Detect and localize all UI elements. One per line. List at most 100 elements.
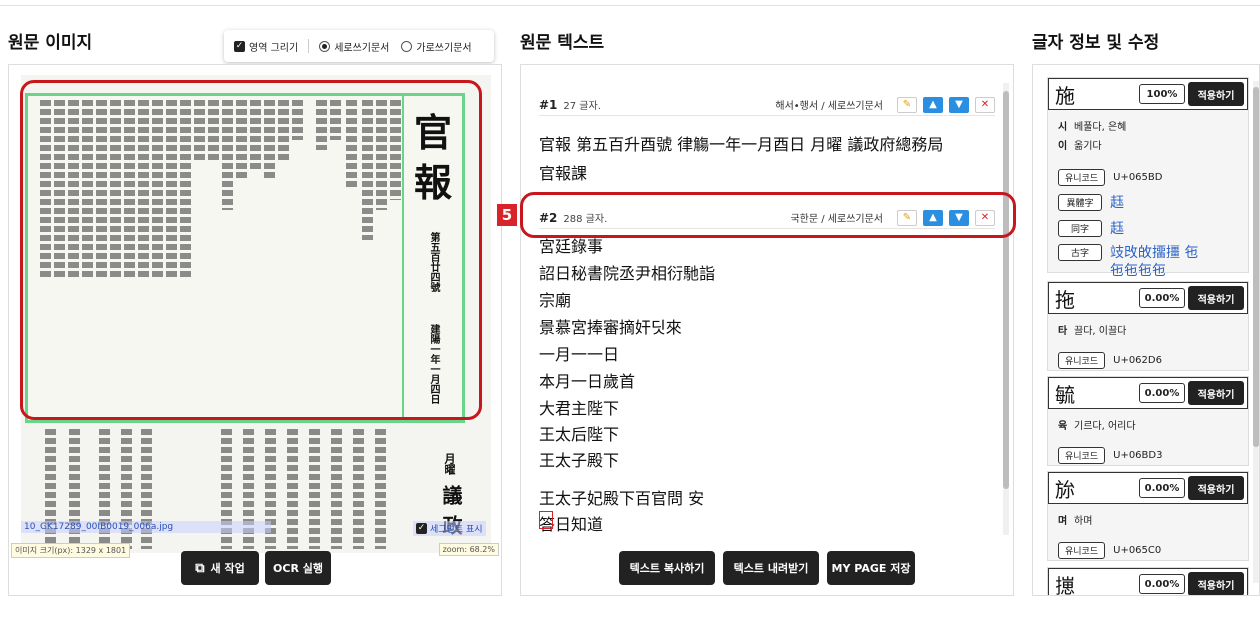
apply-button[interactable]: 적용하기 (1188, 572, 1244, 595)
char-card-header: 施 100% 적용하기 (1048, 78, 1248, 110)
reading-meaning: 기르다, 어리다 (1074, 421, 1136, 432)
unicode-tag: 유니코드 (1058, 352, 1106, 369)
highlight-entry-2 (520, 192, 1016, 238)
char-cursor-box (539, 511, 553, 529)
char-reading: 며 하며 (1048, 510, 1248, 529)
entry-2-line[interactable]: 景慕宮捧審摘奸딧來 (539, 314, 682, 338)
edit-pencil-icon[interactable]: ✎ (897, 96, 917, 113)
variant-tag: 異體字 (1058, 193, 1102, 211)
variant-row: 同字 䞝 (1048, 215, 1248, 241)
entry-2-line[interactable]: 王太后陛下 (539, 421, 619, 445)
view-toolbar: ✓ 영역 그리기 세로쓰기문서 가로쓰기문서 (224, 30, 494, 62)
highlight-image-region (20, 80, 482, 420)
file-name-label: 10_GK17289_00IB0019_006a.jpg (21, 521, 271, 533)
char-card: 拖 0.00% 적용하기 타 끌다, 이끌다 유니코드 U+062D6 (1047, 281, 1249, 371)
text-panel-title: 원문 텍스트 (520, 33, 605, 53)
char-glyph: 施 (1055, 83, 1075, 108)
new-task-button[interactable]: ⧉ 새 작업 (181, 551, 259, 585)
entry-1-count: 27 글자. (563, 101, 601, 112)
run-ocr-label: OCR 실행 (273, 562, 323, 575)
reading-meaning: 끌다, 이끌다 (1074, 326, 1127, 337)
entry-1-number: #1 (539, 97, 558, 112)
confidence-percent: 100% (1139, 84, 1185, 104)
confidence-percent: 0.00% (1139, 288, 1185, 308)
move-up-icon[interactable]: ▲ (923, 96, 943, 113)
char-glyph: 㩄 (1055, 573, 1075, 596)
variant-glyphs[interactable]: 䞝 (1110, 218, 1124, 238)
unicode-row: 유니코드 U+065C0 (1048, 539, 1248, 562)
reading-sound: 육 (1058, 421, 1068, 432)
radio-selected-icon (319, 40, 331, 52)
entry-1-line[interactable]: 官報課 (539, 160, 587, 184)
checkbox-checked-icon: ✓ (416, 523, 427, 534)
vertical-doc-radio[interactable]: 세로쓰기문서 (319, 39, 389, 54)
entry-2-line[interactable]: 詔日秘書院丞尹相衍馳詣 (539, 260, 715, 284)
char-card-header: 旀 0.00% 적용하기 (1048, 472, 1248, 504)
char-reading: 육 기르다, 어리다 (1048, 415, 1248, 434)
gov-label-1: 議 (439, 485, 463, 505)
segment-display-toggle[interactable]: ✓ 세그먼트 표시 (413, 521, 486, 536)
vertical-doc-label: 세로쓰기문서 (334, 42, 390, 54)
unicode-row: 유니코드 U+06BD3 (1048, 444, 1248, 467)
variant-row: 古字 攱攺敀㩅㩖 㐌㐌㐌㐌㐌 (1048, 241, 1248, 283)
char-reading: 이 옮기다 (1048, 135, 1248, 154)
unicode-row: 유니코드 U+065BD (1048, 166, 1248, 189)
apply-button[interactable]: 적용하기 (1188, 286, 1244, 310)
download-text-button[interactable]: 텍스트 내려받기 (723, 551, 819, 585)
unicode-value: U+062D6 (1113, 355, 1162, 366)
step-number-badge: 5 (497, 204, 517, 226)
entry-2-line[interactable]: 本月一日歲首 (539, 368, 635, 392)
move-down-icon[interactable]: ▼ (949, 96, 969, 113)
entry-2-line[interactable]: 王太子殿下 (539, 447, 619, 471)
entry-2-line[interactable]: 大君主陛下 (539, 395, 619, 419)
top-divider (0, 0, 1260, 6)
entry-2-line[interactable]: 王太子妃殿下百官問 安 (539, 485, 704, 509)
char-panel-title: 글자 정보 및 수정 (1032, 33, 1160, 53)
char-reading: 타 끌다, 이끌다 (1048, 320, 1248, 339)
save-mypage-button[interactable]: MY PAGE 저장 (827, 551, 915, 585)
checkbox-checked-icon: ✓ (234, 40, 245, 52)
char-glyph: 旀 (1055, 477, 1075, 502)
char-glyph: 毓 (1055, 382, 1075, 407)
image-edit-icon: ⧉ (195, 560, 205, 576)
new-task-label: 새 작업 (210, 562, 245, 575)
text-panel: #1 27 글자. 해서•행서 / 세로쓰기문서 ✎ ▲ ▼ ✕ 官報 第五百升… (520, 64, 1014, 596)
variant-row: 異體字 䞝 (1048, 189, 1248, 215)
entry-1-meta: 해서•행서 / 세로쓰기문서 (775, 101, 883, 112)
variant-tag: 古字 (1058, 244, 1102, 261)
confidence-percent: 0.00% (1139, 383, 1185, 403)
entry-1-line[interactable]: 官報 第五百升酉號 律觴一年一月酉日 月曜 議政府總務局 (539, 131, 943, 155)
horizontal-doc-radio[interactable]: 가로쓰기문서 (401, 39, 472, 54)
reading-meaning: 베풀다, 은혜 (1074, 122, 1127, 133)
confidence-percent: 0.00% (1139, 478, 1185, 498)
char-card: 施 100% 적용하기 시 베풀다, 은혜 이 옮기다 유니코드 U+065BD 異… (1047, 77, 1249, 279)
horizontal-doc-label: 가로쓰기문서 (416, 42, 472, 54)
image-size-tag: 이미지 크기(px): 1329 x 1801 (11, 543, 131, 558)
toolbar-divider (308, 39, 310, 53)
entry-2-line[interactable]: 一月一一日 (539, 341, 619, 365)
apply-button[interactable]: 적용하기 (1188, 381, 1244, 405)
confidence-percent: 0.00% (1139, 574, 1185, 594)
copy-text-button[interactable]: 텍스트 복사하기 (619, 551, 715, 585)
char-card: 旀 0.00% 적용하기 며 하며 유니코드 U+065C0 (1047, 471, 1249, 561)
run-ocr-button[interactable]: OCR 실행 (265, 551, 331, 585)
variant-glyphs[interactable]: 攱攺敀㩅㩖 㐌㐌㐌㐌㐌 (1110, 244, 1210, 280)
text-scroll-thumb[interactable] (1003, 91, 1009, 489)
apply-button[interactable]: 적용하기 (1188, 82, 1244, 106)
variant-glyphs[interactable]: 䞝 (1110, 192, 1124, 212)
entry-2-line[interactable]: 宗廟 (539, 287, 571, 311)
char-card-header: 拖 0.00% 적용하기 (1048, 282, 1248, 314)
image-panel-title: 원문 이미지 (8, 33, 93, 53)
delete-x-icon[interactable]: ✕ (975, 96, 995, 113)
char-card-header: 毓 0.00% 적용하기 (1048, 377, 1248, 409)
reading-sound: 시 (1058, 122, 1068, 133)
variant-tag: 同字 (1058, 219, 1102, 237)
apply-button[interactable]: 적용하기 (1188, 476, 1244, 500)
reading-meaning: 하며 (1074, 516, 1093, 527)
draw-area-label: 영역 그리기 (249, 42, 299, 54)
unicode-value: U+065C0 (1113, 545, 1162, 556)
unicode-value: U+065BD (1113, 172, 1163, 183)
char-scroll-thumb[interactable] (1253, 87, 1259, 447)
draw-area-toggle[interactable]: ✓ 영역 그리기 (234, 39, 298, 54)
reading-sound: 이 (1058, 141, 1068, 152)
